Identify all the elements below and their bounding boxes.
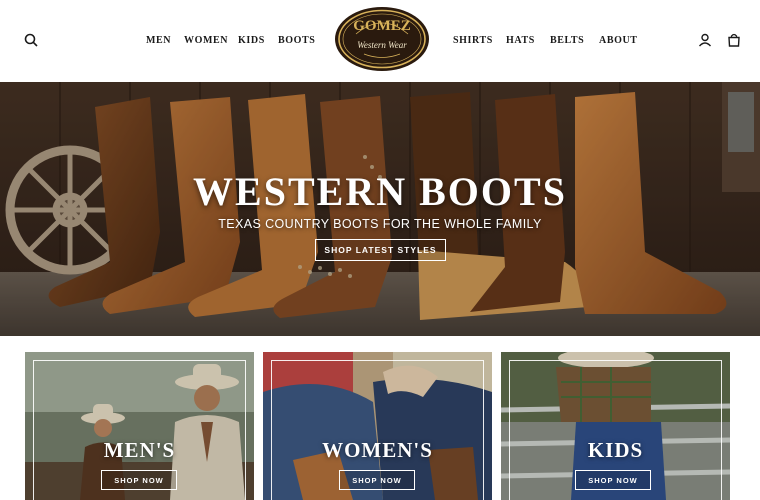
hero-subtitle: TEXAS COUNTRY BOOTS FOR THE WHOLE FAMILY <box>218 217 542 231</box>
nav-about[interactable]: ABOUT <box>599 35 638 46</box>
user-icon[interactable] <box>696 31 714 49</box>
nav-women[interactable]: WOMEN <box>184 35 228 46</box>
hero-banner: WESTERN BOOTS TEXAS COUNTRY BOOTS FOR TH… <box>0 82 760 336</box>
hero-title: WESTERN BOOTS <box>193 169 567 214</box>
category-card-mens[interactable]: MEN'S SHOP NOW <box>25 352 254 500</box>
category-card-kids[interactable]: KIDS SHOP NOW <box>501 352 730 500</box>
shop-now-button-womens[interactable]: SHOP NOW <box>339 470 415 490</box>
category-title-mens: MEN'S <box>103 438 176 462</box>
gomez-logo[interactable]: GOMEZ Western Wear <box>334 6 430 72</box>
shop-now-button-kids[interactable]: SHOP NOW <box>575 470 651 490</box>
shop-latest-styles-button[interactable]: SHOP LATEST STYLES <box>315 239 446 261</box>
cart-icon[interactable] <box>725 31 743 49</box>
nav-hats[interactable]: HATS <box>506 35 535 46</box>
logo-brand-text: GOMEZ <box>353 18 411 34</box>
nav-belts[interactable]: BELTS <box>550 35 584 46</box>
search-icon[interactable] <box>22 31 40 49</box>
logo-tagline-text: Western Wear <box>357 40 407 50</box>
category-card-womens[interactable]: WOMEN'S SHOP NOW <box>263 352 492 500</box>
site-header: MEN WOMEN KIDS BOOTS GOMEZ Western Wear … <box>0 0 760 82</box>
nav-kids[interactable]: KIDS <box>238 35 265 46</box>
category-title-kids: KIDS <box>587 438 644 462</box>
nav-shirts[interactable]: SHIRTS <box>453 35 493 46</box>
nav-boots[interactable]: BOOTS <box>278 35 315 46</box>
category-title-womens: WOMEN'S <box>322 438 433 462</box>
shop-now-button-mens[interactable]: SHOP NOW <box>101 470 177 490</box>
nav-men[interactable]: MEN <box>146 35 171 46</box>
